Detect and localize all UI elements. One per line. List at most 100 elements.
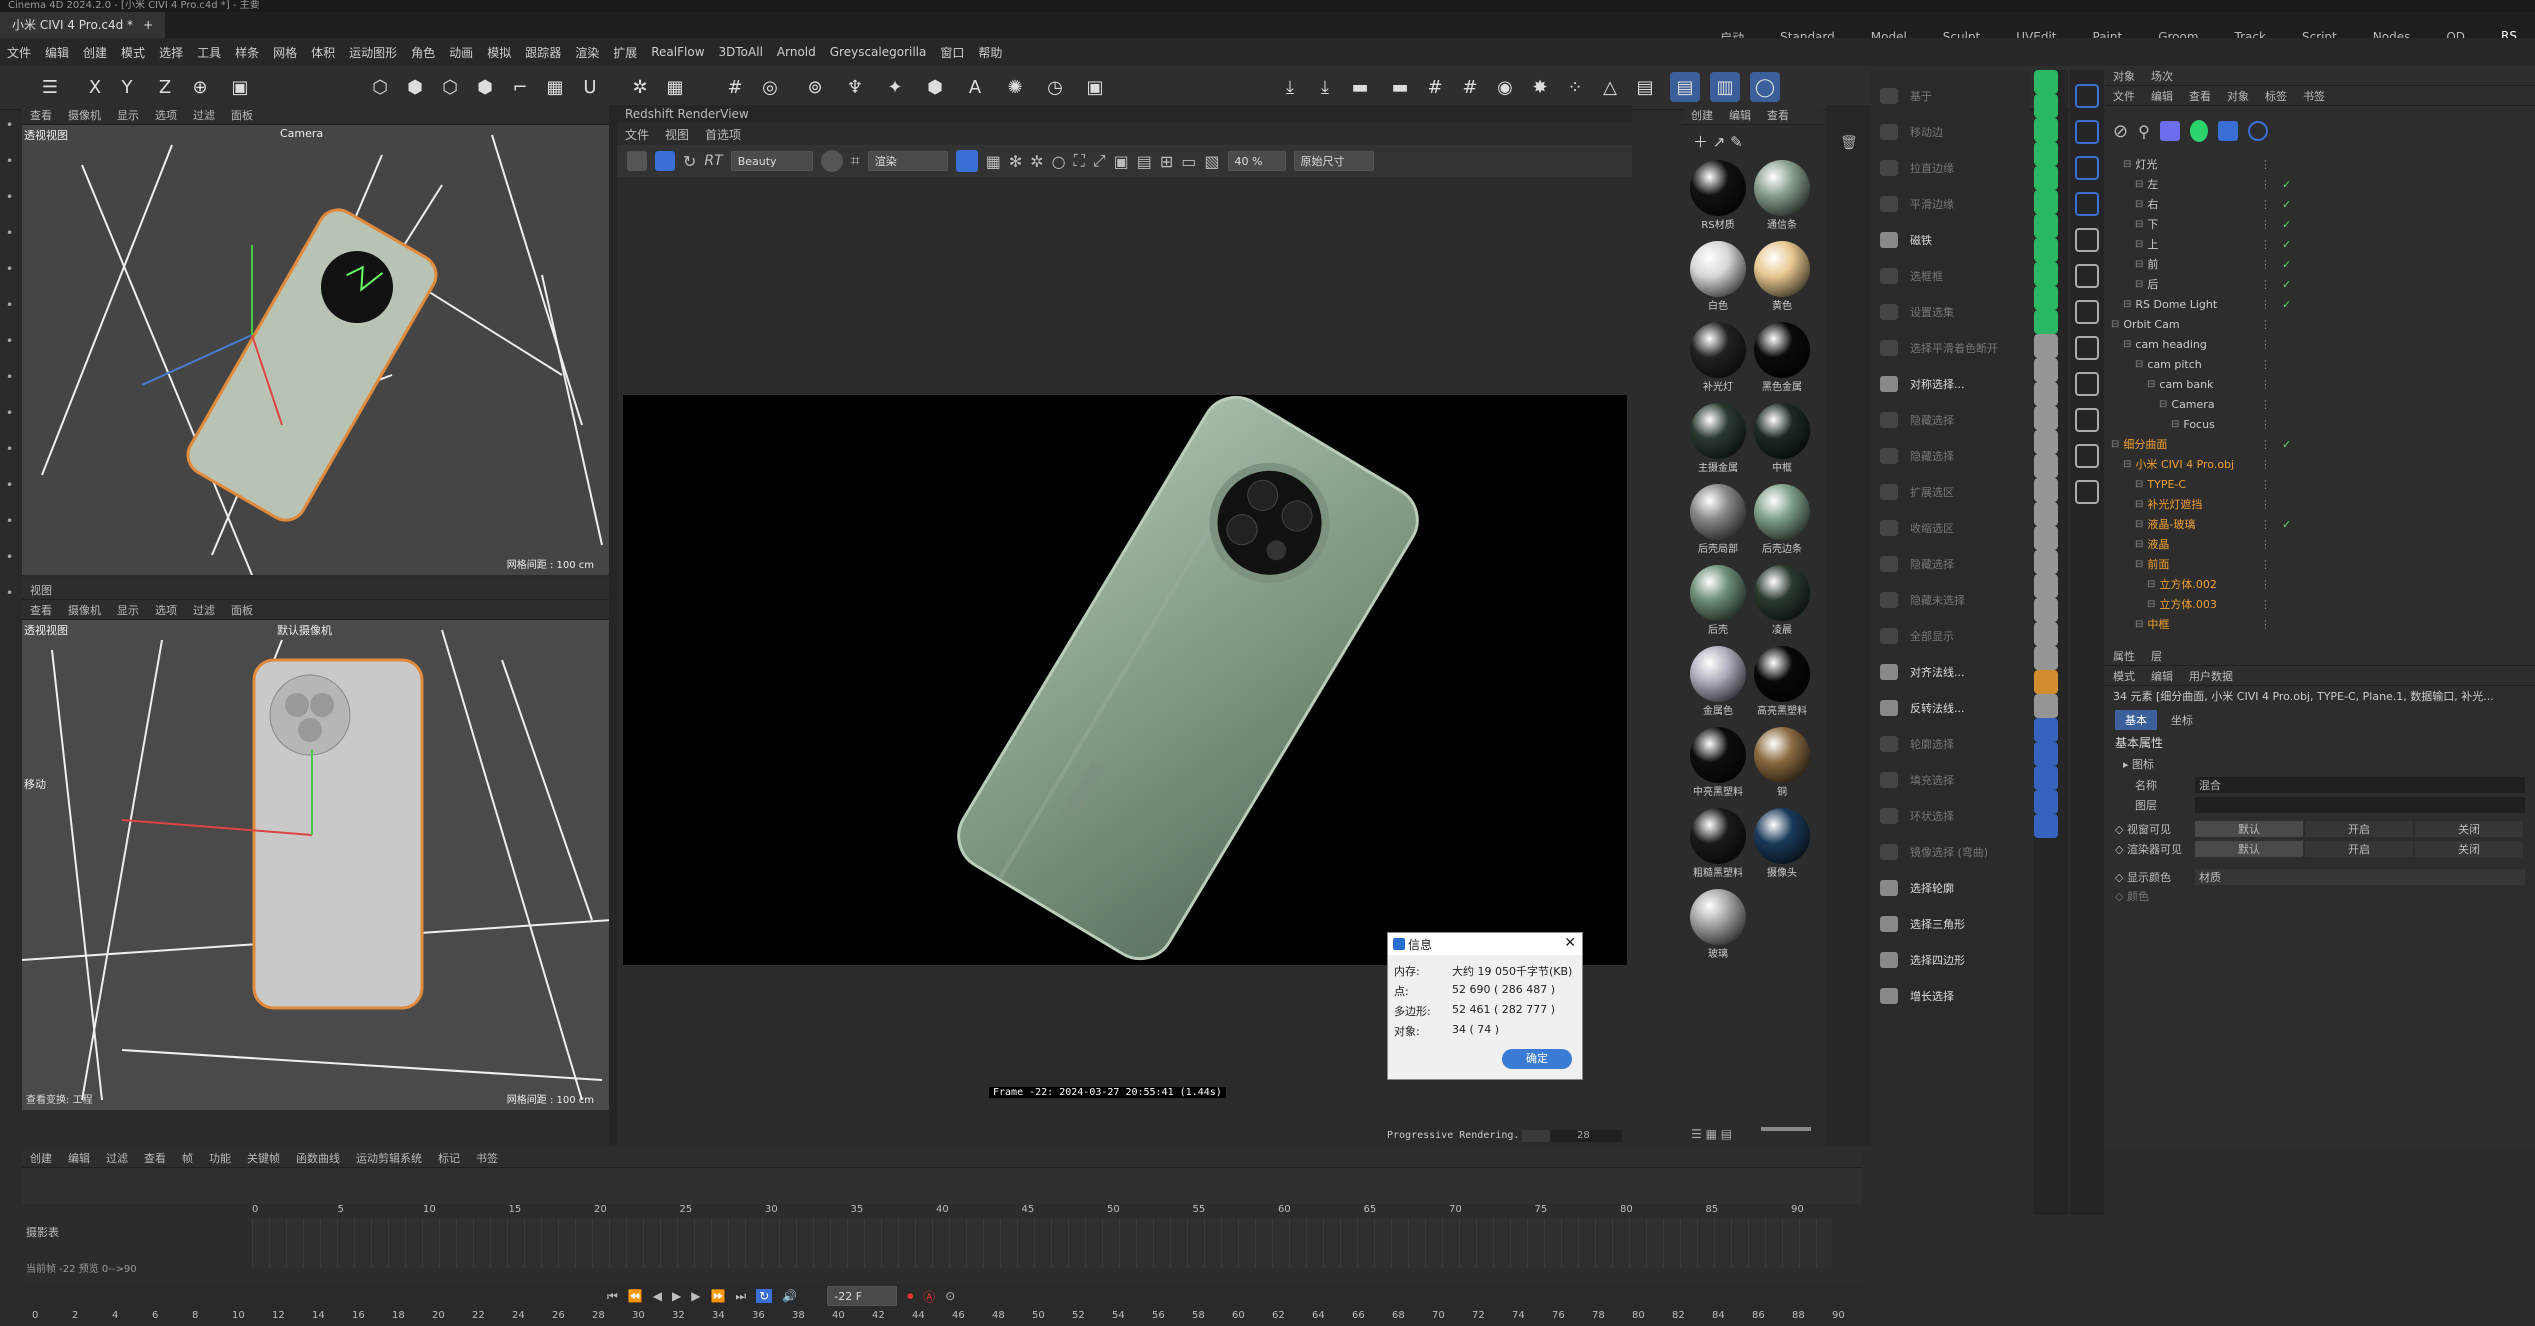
attribute-group[interactable]: ▸ 图标	[2123, 756, 2154, 772]
move-icon[interactable]: •	[6, 154, 13, 168]
tool-icon[interactable]	[2075, 156, 2099, 180]
tree-expander-icon[interactable]: ⊟	[2135, 179, 2143, 190]
settings-icon[interactable]: ✲	[1030, 152, 1043, 171]
subtab-basic[interactable]: 基本	[2115, 710, 2157, 730]
tree-expander-icon[interactable]: ⊟	[2135, 479, 2143, 490]
eye-icon[interactable]: ◉	[1490, 72, 1520, 102]
vp-top-menu-4[interactable]: 过滤	[185, 107, 223, 123]
tool-icon[interactable]	[2034, 814, 2058, 838]
tool-icon[interactable]	[2034, 790, 2058, 814]
save-icon[interactable]: ▤	[1137, 152, 1152, 171]
no-icon[interactable]: ⊘	[2113, 121, 2128, 142]
material-swatch[interactable]: 白色	[1688, 241, 1748, 312]
select-icon[interactable]: •	[6, 262, 13, 276]
trash-icon[interactable]: 🗑	[1840, 135, 1858, 151]
menu-item-1[interactable]: 编辑	[38, 44, 76, 61]
attr-tab-1[interactable]: 层	[2143, 648, 2170, 664]
tl-menu-10[interactable]: 书签	[468, 1150, 506, 1166]
menu-item-16[interactable]: RealFlow	[644, 45, 711, 59]
sphere-icon[interactable]: ◯	[1750, 72, 1780, 102]
tree-expander-icon[interactable]: ⊟	[2147, 579, 2155, 590]
visibility-dot[interactable]: ⋮	[2260, 558, 2271, 571]
object-row[interactable]: ⊟ 立方体.002 ⋮	[2105, 574, 2535, 594]
attr-tab-0[interactable]: 属性	[2105, 648, 2143, 664]
tree-expander-icon[interactable]: ⊟	[2111, 439, 2119, 450]
tool-icon[interactable]	[2034, 766, 2058, 790]
visibility-dot[interactable]: ⋮	[2260, 218, 2271, 231]
y-axis-icon[interactable]: Y	[112, 72, 142, 102]
object-row[interactable]: ⊟ 右 ⋮ ✓	[2105, 194, 2535, 214]
tree-expander-icon[interactable]: ⊟	[2135, 259, 2143, 270]
box-icon[interactable]: ▧	[1204, 152, 1219, 171]
tool-icon[interactable]	[2034, 310, 2058, 334]
menu-item-14[interactable]: 渲染	[568, 44, 606, 61]
visibility-dot[interactable]: ⋮	[2260, 398, 2271, 411]
attr-option[interactable]: 关闭	[2415, 841, 2523, 857]
obj-tab-0[interactable]: 对象	[2105, 68, 2143, 84]
visibility-dot[interactable]: ⋮	[2260, 298, 2271, 311]
z-axis-icon[interactable]: Z	[150, 72, 180, 102]
tree-expander-icon[interactable]: ⊟	[2123, 299, 2131, 310]
tree-expander-icon[interactable]: ⊟	[2171, 419, 2179, 430]
tree-icon[interactable]: ♆	[840, 72, 870, 102]
rv-menu-1[interactable]: 视图	[657, 126, 697, 143]
visibility-dot[interactable]: ⋮	[2260, 518, 2271, 531]
vp-top-menu-2[interactable]: 显示	[109, 107, 147, 123]
triangle-icon[interactable]: △	[1595, 72, 1625, 102]
next-frame-icon[interactable]: ▶	[691, 1289, 700, 1303]
visibility-dot[interactable]: ⋮	[2260, 538, 2271, 551]
search-icon[interactable]: ⚲	[2138, 122, 2150, 141]
mat-menu-0[interactable]: 创建	[1683, 107, 1721, 123]
object-row[interactable]: ⊟ 下 ⋮ ✓	[2105, 214, 2535, 234]
tool-icon[interactable]	[2075, 300, 2099, 324]
menu-item-15[interactable]: 扩展	[606, 44, 644, 61]
vp-top-menu-1[interactable]: 摄像机	[60, 107, 109, 123]
tree-expander-icon[interactable]: ⊟	[2135, 359, 2143, 370]
material-size-slider[interactable]	[1761, 1127, 1811, 1131]
object-row[interactable]: ⊟ cam bank ⋮	[2105, 374, 2535, 394]
tl-menu-0[interactable]: 创建	[22, 1150, 60, 1166]
atom-icon[interactable]: ✺	[1000, 72, 1030, 102]
cube4-icon[interactable]: ⬢	[470, 72, 500, 102]
circle-icon[interactable]: ○	[1052, 152, 1066, 171]
pen-icon[interactable]: •	[6, 406, 13, 420]
ring-icon[interactable]: ◎	[755, 72, 785, 102]
image-icon[interactable]: ▣	[1114, 152, 1129, 171]
attr-option[interactable]: 关闭	[2415, 821, 2523, 837]
tab-document[interactable]: 小米 CIVI 4 Pro.c4d * +	[0, 12, 166, 38]
visibility-dot[interactable]: ⋮	[2260, 438, 2271, 451]
snapshot-icon[interactable]	[627, 151, 647, 171]
film3-icon[interactable]: ▥	[1710, 72, 1740, 102]
audio-icon[interactable]: 🔊	[782, 1289, 797, 1303]
folder2-icon[interactable]: ▬	[1385, 72, 1415, 102]
visibility-dot[interactable]: ⋮	[2260, 358, 2271, 371]
tool-icon[interactable]	[2075, 192, 2099, 216]
rt-icon[interactable]: RT	[704, 153, 722, 169]
current-frame-field[interactable]: -22 F	[827, 1286, 898, 1306]
plus-icon[interactable]: ⊞	[1160, 152, 1173, 171]
paint-icon[interactable]: •	[6, 442, 13, 456]
viewport-bottom-canvas[interactable]: 透视视图 默认摄像机 移动 查看变换: 工程 网格间距 : 100 cm	[22, 620, 612, 1110]
material-swatch[interactable]: 铜	[1752, 727, 1812, 798]
command-item[interactable]: 对齐法线...	[1870, 658, 2030, 686]
material-swatch[interactable]: 通信条	[1752, 160, 1812, 231]
viewport-top-camera[interactable]: Camera	[280, 127, 323, 140]
tool-icon[interactable]	[2034, 622, 2058, 646]
tool-icon[interactable]	[2034, 406, 2058, 430]
vp-top-menu-3[interactable]: 选项	[147, 107, 185, 123]
command-item[interactable]: 选择轮廓	[1870, 874, 2030, 902]
vp-bottom-menu-2[interactable]: 显示	[109, 602, 147, 618]
visibility-dot[interactable]: ⋮	[2260, 258, 2271, 271]
viewport-top-canvas[interactable]: 透视视图 Camera 网格间距 : 100 cm	[22, 125, 612, 575]
tl-menu-4[interactable]: 帧	[174, 1150, 201, 1166]
menu-item-13[interactable]: 跟踪器	[518, 44, 568, 61]
visibility-dot[interactable]: ⋮	[2260, 278, 2271, 291]
tl-menu-2[interactable]: 过滤	[98, 1150, 136, 1166]
object-row[interactable]: ⊟ TYPE-C ⋮	[2105, 474, 2535, 494]
menu-item-19[interactable]: Greyscalegorilla	[823, 45, 934, 59]
attr-menu-1[interactable]: 编辑	[2143, 668, 2181, 684]
tool-icon[interactable]	[2034, 70, 2058, 94]
snowflake-icon[interactable]: ✻	[1009, 152, 1022, 171]
loop-icon[interactable]: ↻	[756, 1289, 773, 1303]
attr-option[interactable]: 默认	[2195, 841, 2303, 857]
